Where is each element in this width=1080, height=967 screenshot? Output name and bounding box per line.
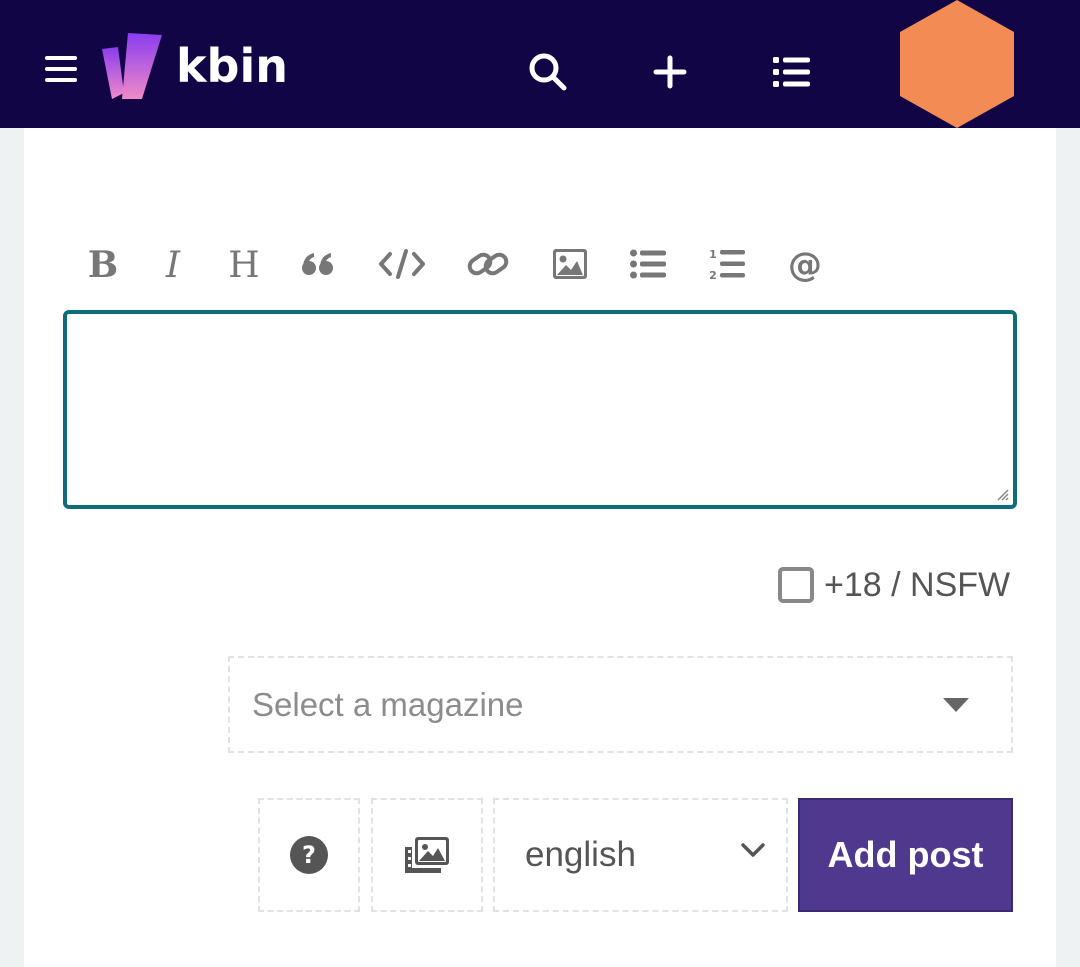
quote-button[interactable] xyxy=(293,238,343,290)
code-button[interactable] xyxy=(374,238,430,290)
help-icon: ? xyxy=(290,836,328,874)
mention-button[interactable]: @ xyxy=(780,238,830,290)
mention-icon: @ xyxy=(788,246,822,282)
help-button[interactable]: ? xyxy=(258,798,360,912)
link-icon xyxy=(467,252,509,276)
list-button[interactable] xyxy=(766,44,818,100)
code-icon xyxy=(379,249,425,279)
images-icon xyxy=(405,837,449,873)
search-icon xyxy=(529,53,567,91)
post-body-textarea[interactable] xyxy=(67,314,1013,505)
plus-icon xyxy=(653,55,687,89)
chevron-down-icon xyxy=(741,843,765,857)
menu-button[interactable] xyxy=(38,44,84,94)
upload-image-button[interactable] xyxy=(371,798,483,912)
bullet-list-button[interactable] xyxy=(623,238,673,290)
list-icon xyxy=(773,57,810,87)
bullet-list-icon xyxy=(630,249,666,279)
svg-text:B: B xyxy=(88,246,118,282)
language-value: english xyxy=(525,835,636,874)
magazine-placeholder: Select a magazine xyxy=(252,685,524,723)
italic-button[interactable]: I xyxy=(148,238,198,290)
svg-text:1: 1 xyxy=(709,248,717,261)
svg-text:H: H xyxy=(228,246,259,282)
add-post-button[interactable]: Add post xyxy=(798,798,1013,912)
svg-text:2: 2 xyxy=(709,269,717,281)
kbin-logo-icon xyxy=(101,33,162,99)
post-editor[interactable] xyxy=(63,310,1017,509)
caret-down-icon xyxy=(943,698,969,712)
quote-icon xyxy=(302,253,333,275)
resize-grip-icon[interactable] xyxy=(995,487,1009,501)
svg-text:@: @ xyxy=(788,246,822,282)
numbered-list-button[interactable]: 1 2 xyxy=(702,238,752,290)
menu-icon xyxy=(45,56,77,82)
hexagon-avatar-icon xyxy=(900,0,1014,128)
bold-button[interactable]: B xyxy=(78,238,128,290)
numbered-list-icon: 1 2 xyxy=(709,248,745,281)
language-select[interactable]: english xyxy=(493,798,788,912)
brand-logo[interactable]: kbin xyxy=(98,30,288,102)
search-button[interactable] xyxy=(520,44,576,100)
italic-icon: I xyxy=(165,246,181,282)
heading-icon: H xyxy=(228,246,259,282)
magazine-select[interactable]: Select a magazine xyxy=(228,656,1013,753)
svg-text:I: I xyxy=(165,246,181,282)
nsfw-checkbox[interactable] xyxy=(778,567,814,603)
heading-button[interactable]: H xyxy=(219,238,269,290)
editor-toolbar: B I H 1 2 @ xyxy=(78,238,838,290)
image-icon xyxy=(553,249,587,279)
add-button[interactable] xyxy=(645,44,695,100)
top-bar: kbin xyxy=(0,0,1080,128)
nsfw-option[interactable]: +18 / NSFW xyxy=(778,565,1010,605)
svg-text:?: ? xyxy=(302,841,316,869)
nsfw-label: +18 / NSFW xyxy=(824,565,1011,604)
bold-icon: B xyxy=(88,246,118,282)
user-avatar[interactable] xyxy=(898,0,1016,128)
image-button[interactable] xyxy=(544,238,596,290)
brand-name: kbin xyxy=(175,39,288,93)
link-button[interactable] xyxy=(461,238,515,290)
